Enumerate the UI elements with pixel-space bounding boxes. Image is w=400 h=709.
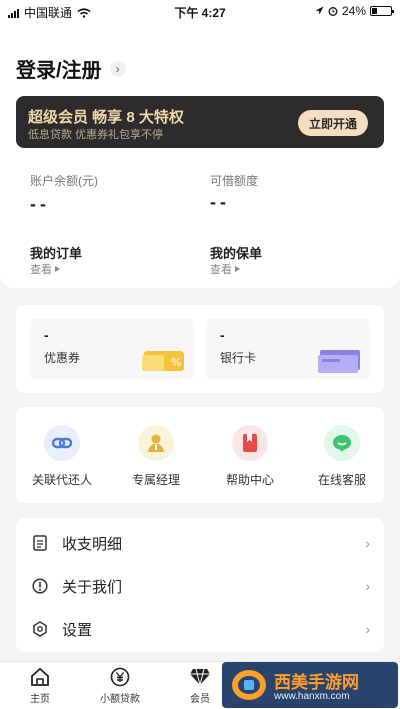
- link-icon: [44, 425, 80, 461]
- battery-percent: 24%: [341, 4, 366, 18]
- bank-card-label: 银行卡: [220, 351, 257, 365]
- chevron-right-icon: ›: [365, 535, 370, 551]
- menu-label: 收支明细: [62, 535, 123, 553]
- my-orders-link-label: 查看: [30, 264, 52, 276]
- login-register-label: 登录/注册: [16, 60, 102, 82]
- alarm-icon: [328, 7, 338, 16]
- service-label: 专属经理: [131, 473, 180, 487]
- my-policies-title: 我的保单: [210, 246, 263, 261]
- service-label: 关联代还人: [31, 473, 92, 487]
- my-policies-link-label: 查看: [210, 264, 232, 276]
- caret-right-icon: [55, 266, 60, 272]
- balance-label: 账户余额(元): [30, 174, 98, 188]
- balance-value: --: [30, 194, 50, 214]
- menu-card: 收支明细 › 关于我们 › 设置 ›: [16, 518, 384, 652]
- credit-label: 可借额度: [210, 174, 259, 188]
- login-register-link[interactable]: 登录/注册 ›: [16, 54, 126, 83]
- credit-value: --: [210, 192, 230, 212]
- service-label: 在线客服: [317, 473, 366, 487]
- manager-icon: [138, 425, 174, 461]
- vip-subtitle: 低息贷款 优惠券礼包享不停: [28, 129, 164, 141]
- service-online-support[interactable]: 在线客服: [302, 425, 382, 488]
- menu-item-transactions[interactable]: 收支明细 ›: [16, 522, 384, 564]
- help-book-icon: [232, 425, 268, 461]
- info-icon: [32, 578, 48, 594]
- chevron-right-icon: ›: [365, 578, 370, 594]
- menu-label: 设置: [62, 621, 93, 639]
- svg-text:%: %: [171, 356, 181, 369]
- diamond-icon: [190, 668, 210, 686]
- watermark-title: 西美手游网: [274, 673, 359, 692]
- bank-card-tile[interactable]: - 银行卡: [206, 319, 370, 379]
- tab-small-loan[interactable]: 小额贷款: [80, 666, 160, 705]
- coupon-count: -: [44, 327, 49, 343]
- vip-banner[interactable]: 超级会员 畅享 8 大特权 低息贷款 优惠券礼包享不停 立即开通: [16, 96, 384, 148]
- settings-icon: [33, 621, 47, 637]
- tab-label: 小额贷款: [100, 694, 140, 705]
- coupon-tile[interactable]: - 优惠券 %: [30, 319, 194, 379]
- menu-item-about-us[interactable]: 关于我们 ›: [16, 565, 384, 607]
- my-policies-link[interactable]: 查看: [210, 261, 240, 277]
- battery-icon: [370, 6, 394, 16]
- coupon-ticket-icon: %: [142, 351, 184, 371]
- bank-card-count: -: [220, 327, 225, 343]
- caret-right-icon: [235, 266, 240, 272]
- account-header: 登录/注册 › 超级会员 畅享 8 大特权 低息贷款 优惠券礼包享不停 立即开通…: [0, 22, 400, 288]
- document-icon: [33, 535, 47, 551]
- tab-label: 主页: [30, 694, 50, 705]
- activate-vip-button[interactable]: 立即开通: [298, 110, 368, 136]
- vip-title: 超级会员 畅享 8 大特权: [28, 109, 184, 126]
- location-icon: [315, 6, 324, 15]
- coupon-label: 优惠券: [44, 351, 81, 365]
- yen-icon: [110, 667, 130, 687]
- status-bar: 中国联通 下午 4:27 24%: [0, 0, 400, 22]
- watermark-url: www.hanxm.com: [274, 691, 350, 702]
- chat-icon: [324, 425, 360, 461]
- service-dedicated-manager[interactable]: 专属经理: [116, 425, 196, 488]
- my-orders-title: 我的订单: [30, 246, 83, 261]
- service-help-center[interactable]: 帮助中心: [210, 425, 290, 488]
- tab-home[interactable]: 主页: [0, 666, 80, 705]
- menu-item-settings[interactable]: 设置 ›: [16, 608, 384, 650]
- wallet-card: - 优惠券 % - 银行卡: [16, 305, 384, 393]
- home-icon: [31, 667, 49, 686]
- chevron-right-icon: ›: [109, 60, 126, 77]
- service-linked-repayer[interactable]: 关联代还人: [22, 425, 102, 488]
- services-card: 关联代还人 专属经理 帮助中心 在线客服: [16, 407, 384, 503]
- menu-label: 关于我们: [62, 578, 123, 596]
- site-watermark: 西美手游网 www.hanxm.com: [222, 662, 398, 708]
- chevron-right-icon: ›: [365, 621, 370, 637]
- bank-card-icon: [318, 350, 360, 373]
- service-label: 帮助中心: [225, 473, 274, 487]
- watermark-logo-icon: [232, 670, 266, 700]
- my-orders-link[interactable]: 查看: [30, 261, 60, 277]
